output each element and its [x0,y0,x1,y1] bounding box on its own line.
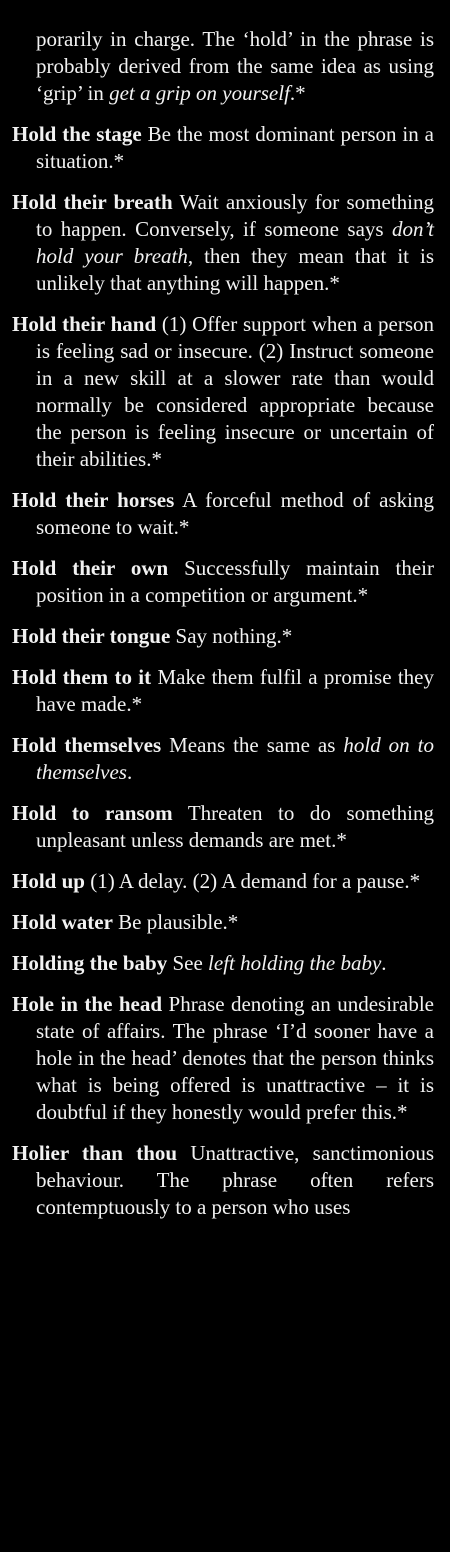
dictionary-entry: Hold their breath Wait anxiously for som… [12,189,434,297]
entry-headword: Hold their hand [12,312,157,336]
entry-definition: .* [289,81,306,105]
entry-headword: Hold water [12,910,113,934]
entry-headword: Hold their own [12,556,169,580]
entry-headword: Hold up [12,869,85,893]
dictionary-entry: Hold up (1) A delay. (2) A demand for a … [12,868,434,895]
entry-headword: Hold them to it [12,665,152,689]
entry-definition: . [126,760,133,784]
entry-definition: (1) A delay. (2) A demand for a pause.* [84,869,421,893]
entry-headword: Holier than thou [12,1141,178,1165]
dictionary-entry: Hole in the head Phrase denoting an unde… [12,991,434,1126]
entry-headword: Hold the stage [12,122,142,146]
entry-continuation: porarily in charge. The ‘hold’ in the ph… [12,26,434,107]
dictionary-entry: Holier than thou Unattractive, sanctimon… [12,1140,434,1221]
entry-definition: . [381,951,387,975]
cross-reference: left holding the baby [208,951,382,975]
entry-headword: Hold their breath [12,190,173,214]
entry-headword: Hold to ransom [12,801,173,825]
entry-definition: Be plausible.* [112,910,239,934]
entry-headword: Hole in the head [12,992,163,1016]
dictionary-entry: Hold to ransom Threaten to do something … [12,800,434,854]
dictionary-entry: Hold their own Successfully maintain the… [12,555,434,609]
entry-headword: Holding the baby [12,951,168,975]
entry-definition: Means the same as [161,733,344,757]
dictionary-entry: Hold themselves Means the same as hold o… [12,732,434,786]
dictionary-entry: Hold their horses A forceful method of a… [12,487,434,541]
entry-definition: See [167,951,209,975]
dictionary-entry: Holding the baby See left holding the ba… [12,950,434,977]
entry-definition: Say nothing.* [170,624,293,648]
entry-headword: Hold their horses [12,488,175,512]
dictionary-entry: Hold their tongue Say nothing.* [12,623,434,650]
dictionary-entry: Hold their hand (1) Offer support when a… [12,311,434,473]
cross-reference: get a grip on yourself [109,81,290,105]
entry-headword: Hold themselves [12,733,162,757]
dictionary-entry: Hold water Be plausible.* [12,909,434,936]
dictionary-entry: Hold the stage Be the most dominant pers… [12,121,434,175]
entry-headword: Hold their tongue [12,624,171,648]
dictionary-page: porarily in charge. The ‘hold’ in the ph… [0,0,450,1552]
dictionary-entry: Hold them to it Make them fulfil a promi… [12,664,434,718]
